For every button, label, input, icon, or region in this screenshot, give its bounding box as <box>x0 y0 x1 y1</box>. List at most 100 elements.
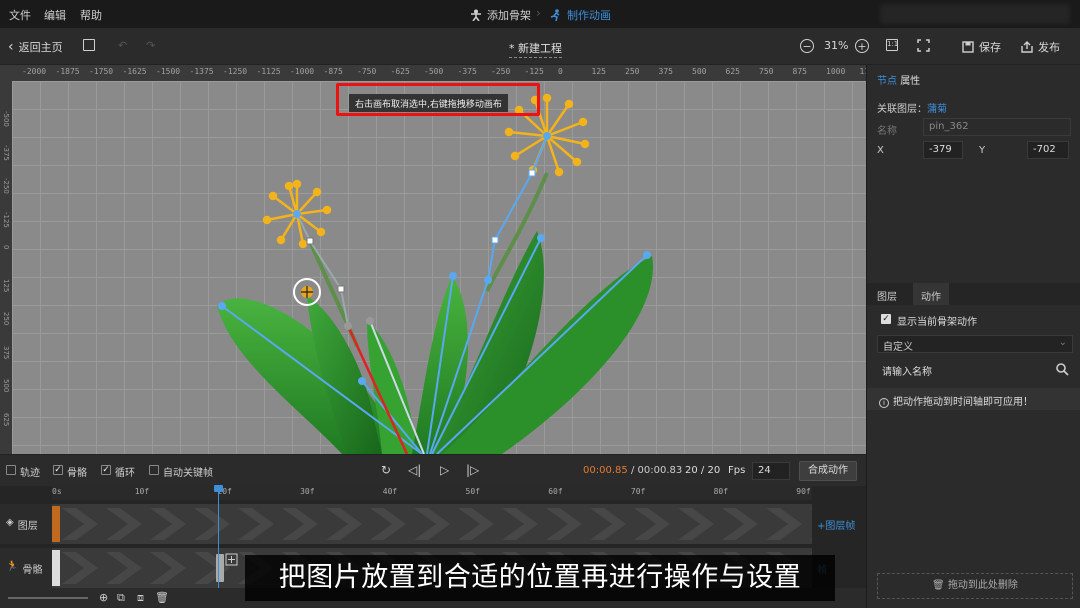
ruler-tick: -250 <box>491 67 511 76</box>
add-icon[interactable]: ⊕ <box>99 591 108 604</box>
zoom-slider[interactable] <box>8 597 88 599</box>
ruler-tick: -1375 <box>189 67 214 76</box>
zoom-in-button[interactable]: + <box>855 39 869 53</box>
trash-icon[interactable]: 🗑 <box>155 591 169 604</box>
action-search-input[interactable]: 请输入名称 <box>877 360 1073 380</box>
frame-tick: 60f <box>548 487 563 496</box>
bone[interactable] <box>494 172 533 241</box>
search-icon[interactable] <box>1056 363 1069 376</box>
menu-edit[interactable]: 编辑 <box>44 7 66 23</box>
duplicate-icon[interactable]: ⧈ <box>137 591 144 605</box>
mode-add-skeleton[interactable]: 添加骨架 <box>470 7 531 23</box>
action-type-select[interactable]: 自定义 ⌄ <box>877 335 1073 353</box>
layer-track[interactable] <box>52 504 812 544</box>
ruler-tick: 375 <box>2 345 10 359</box>
zoom-out-button[interactable]: − <box>800 39 814 53</box>
save-button[interactable]: 保存 <box>962 39 1001 55</box>
autokey-checkbox[interactable] <box>149 465 159 475</box>
playhead-handle[interactable] <box>214 485 223 492</box>
frame-tick: 10f <box>134 487 150 496</box>
prev-frame-icon[interactable]: ◁| <box>408 463 421 477</box>
ruler-tick: -500 <box>424 67 444 76</box>
ruler-tick: -875 <box>323 67 343 76</box>
ruler-tick: -1500 <box>156 67 181 76</box>
tab-props[interactable]: 属性 <box>900 76 920 87</box>
name-label: 名称 <box>877 126 897 137</box>
delete-drop-zone[interactable]: 🗑 拖动到此处删除 <box>877 573 1073 599</box>
canvas[interactable]: 右击画布取消选中,右键拖拽移动画布 <box>12 81 866 454</box>
tab-layers[interactable]: 图层 <box>877 288 897 303</box>
add-frame-button[interactable] <box>83 39 95 51</box>
back-home-button[interactable]: ‹ 返回主页 <box>8 39 63 55</box>
y-label: Y <box>979 145 986 156</box>
name-field[interactable]: pin_362 <box>923 118 1071 136</box>
ruler-tick: 125 <box>591 67 606 76</box>
playback-bar: 轨迹 ✓ 骨骼 ✓ 循环 自动关键帧 ↻ ◁| ▷ |▷ 00:00.85 / … <box>0 454 866 486</box>
ruler-tick: 250 <box>625 67 640 76</box>
linked-layer-link[interactable]: 蒲菊 <box>927 104 947 115</box>
save-label: 保存 <box>979 41 1001 54</box>
ruler-tick: 500 <box>2 379 10 393</box>
ruler-tick: -750 <box>357 67 377 76</box>
fit-screen-button[interactable] <box>917 39 930 52</box>
x-field[interactable]: -379 <box>923 141 963 159</box>
ruler-tick: -625 <box>390 67 410 76</box>
next-frame-icon[interactable]: |▷ <box>466 463 479 477</box>
chevron-down-icon: ⌄ <box>1058 337 1067 348</box>
ruler-tick: -1625 <box>122 67 147 76</box>
loop-label: 循环 <box>115 468 135 479</box>
compose-action-button[interactable]: 合成动作 <box>799 461 857 481</box>
hint-highlight: 右击画布取消选中,右键拖拽移动画布 <box>336 83 540 116</box>
tab-actions[interactable]: 动作 <box>913 283 949 305</box>
frame-ruler[interactable]: 0s 10f 20f 30f 40f 50f 60f 70f 80f 90f <box>52 486 812 500</box>
show-action-label: 显示当前骨架动作 <box>897 317 977 328</box>
frame-tick: 70f <box>630 487 646 496</box>
project-title[interactable]: * 新建工程 <box>509 40 562 58</box>
info-icon: i <box>879 398 889 408</box>
trail-checkbox[interactable] <box>6 465 16 475</box>
layers-icon: ◈ <box>6 517 14 528</box>
right-panel: 节点 属性 关联图层：蒲菊 名称 pin_362 X -379 Y -702 图… <box>866 65 1080 608</box>
playhead[interactable] <box>218 486 219 588</box>
save-icon <box>962 41 974 53</box>
copy-icon[interactable]: ⧉ <box>117 591 125 605</box>
frame-tick: 80f <box>713 487 729 496</box>
mode-make-animation[interactable]: 制作动画 <box>550 7 611 23</box>
add-frame-icon <box>83 39 95 51</box>
track-pattern <box>52 506 812 542</box>
search-placeholder: 请输入名称 <box>882 367 932 378</box>
actual-size-button[interactable]: 1:1 <box>886 39 898 51</box>
publish-button[interactable]: 发布 <box>1021 39 1060 55</box>
ruler-tick: -125 <box>524 67 544 76</box>
ruler-tick: -500 <box>2 111 10 127</box>
bone-checkbox[interactable]: ✓ <box>53 465 63 475</box>
tab-node[interactable]: 节点 <box>877 76 897 87</box>
play-icon[interactable]: ▷ <box>440 463 449 477</box>
show-action-checkbox[interactable]: ✓ <box>881 314 891 324</box>
ruler-tick: -375 <box>457 67 477 76</box>
back-home-label: 返回主页 <box>18 41 63 54</box>
x-label: X <box>877 145 884 156</box>
loop-checkbox[interactable]: ✓ <box>101 465 111 475</box>
track-bone-label: 骨骼 <box>22 565 43 576</box>
frame-tick: 40f <box>382 487 398 496</box>
pin-marker[interactable] <box>293 278 321 306</box>
menu-help[interactable]: 帮助 <box>80 7 102 23</box>
ruler-tick: -1125 <box>256 67 281 76</box>
fps-label: Fps <box>728 465 746 476</box>
y-field[interactable]: -702 <box>1027 141 1069 159</box>
ruler-tick: 500 <box>692 67 707 76</box>
ruler-tick: 875 <box>792 67 807 76</box>
fps-input[interactable]: 24 <box>752 462 790 480</box>
toolbar: ‹ 返回主页 ↶ ↷ * 新建工程 − 31% + 1:1 保存 发布 <box>0 28 1080 65</box>
undo-button[interactable]: ↶ <box>118 39 127 52</box>
add-layer-frame-button[interactable]: +图层帧 <box>817 517 855 532</box>
replay-icon[interactable]: ↻ <box>381 463 391 477</box>
linked-layer: 关联图层：蒲菊 <box>877 100 947 115</box>
leaf-right[interactable] <box>442 256 653 454</box>
redo-button[interactable]: ↷ <box>146 39 155 52</box>
menu-file[interactable]: 文件 <box>9 7 31 23</box>
account-area[interactable] <box>880 4 1070 24</box>
frame-count: 20 / 20 <box>685 465 721 476</box>
canvas-hint-tooltip: 右击画布取消选中,右键拖拽移动画布 <box>349 94 508 112</box>
